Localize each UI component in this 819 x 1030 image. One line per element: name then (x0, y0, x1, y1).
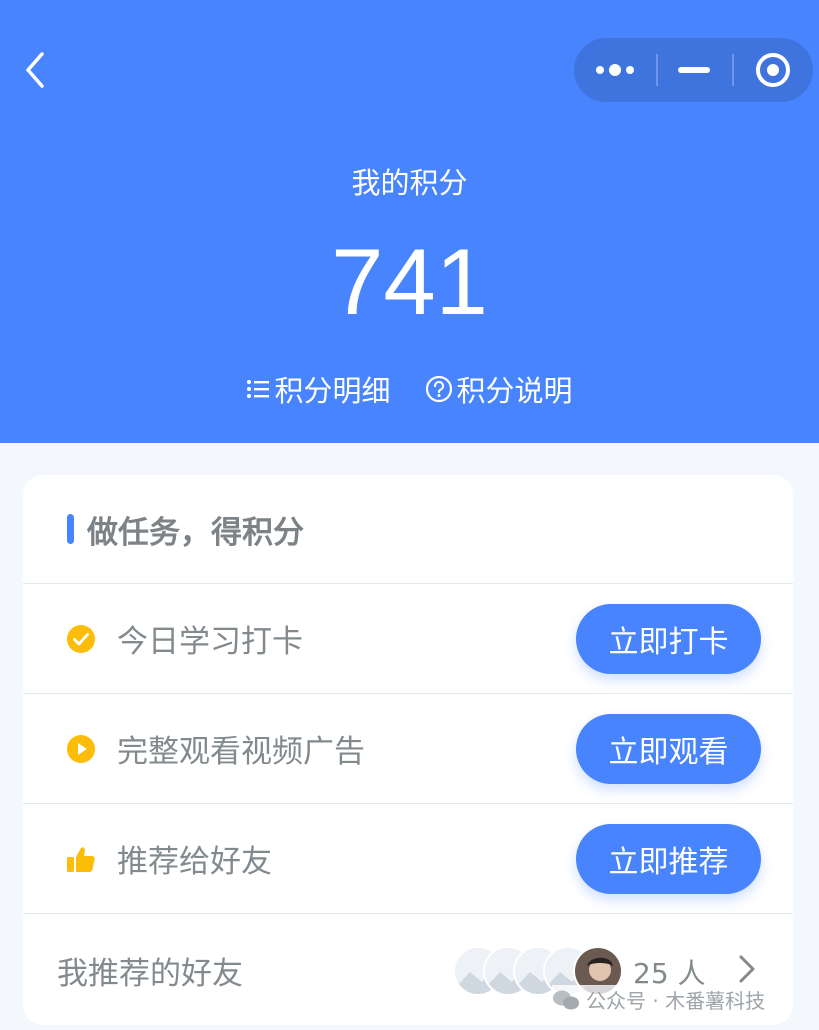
tasks-card-title: 做任务，得积分 (87, 514, 304, 551)
more-dots-icon (596, 64, 634, 76)
watch-video-button[interactable]: 立即观看 (576, 714, 761, 784)
close-button[interactable] (732, 38, 813, 102)
task-row-recommend: 推荐给好友 立即推荐 (23, 804, 793, 914)
play-circle-icon (67, 735, 95, 763)
thumbs-up-icon (67, 847, 95, 872)
wechat-icon (553, 990, 579, 1009)
points-explain-link[interactable]: 积分说明 (425, 368, 573, 410)
watermark: 公众号 · 木番薯科技 (552, 985, 766, 1014)
more-button[interactable] (574, 38, 656, 102)
minimize-button[interactable] (656, 38, 732, 102)
watermark-text: 公众号 · 木番薯科技 (586, 989, 766, 1013)
points-header: 我的积分 741 积分明细 积分说明 (0, 0, 819, 443)
task-label: 今日学习打卡 (117, 624, 303, 660)
task-label: 推荐给好友 (117, 844, 272, 880)
list-icon (247, 380, 270, 398)
chevron-left-icon (26, 52, 44, 88)
question-circle-icon (425, 375, 452, 403)
points-explain-label: 积分说明 (456, 374, 573, 408)
minimize-icon (678, 67, 710, 73)
task-row-checkin: 今日学习打卡 立即打卡 (23, 584, 793, 694)
checkin-button[interactable]: 立即打卡 (576, 604, 761, 674)
back-button[interactable] (18, 50, 58, 90)
check-circle-icon (67, 625, 95, 653)
my-referrals-label: 我推荐的好友 (57, 956, 243, 992)
points-links: 积分明细 积分说明 (0, 368, 819, 410)
points-detail-label: 积分明细 (274, 374, 391, 408)
tasks-card: 做任务，得积分 今日学习打卡 立即打卡 完整观看视频广告 立即观看 推荐给好友 … (23, 475, 793, 1025)
points-detail-link[interactable]: 积分明细 (246, 368, 391, 410)
target-close-icon (755, 53, 790, 87)
task-label: 完整观看视频广告 (117, 734, 365, 770)
chevron-right-icon (739, 955, 755, 983)
page-title: 我的积分 (351, 166, 468, 200)
points-value: 741 (331, 229, 488, 334)
recommend-button[interactable]: 立即推荐 (576, 824, 761, 894)
mini-program-capsule (574, 38, 813, 102)
title-accent-bar (67, 514, 74, 544)
tasks-card-header: 做任务，得积分 (23, 475, 793, 584)
task-row-video: 完整观看视频广告 立即观看 (23, 694, 793, 804)
